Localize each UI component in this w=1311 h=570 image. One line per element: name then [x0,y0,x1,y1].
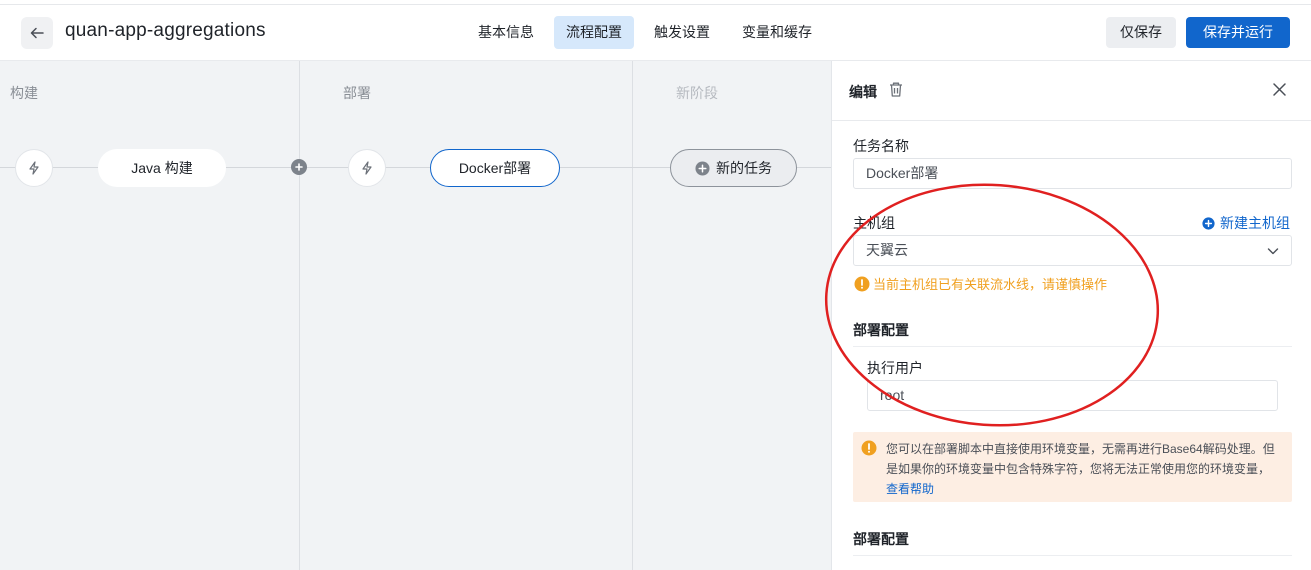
new-task-button[interactable]: 新的任务 [670,149,797,187]
host-group-warning: 当前主机组已有关联流水线，请谨慎操作 [854,274,1107,293]
save-only-button[interactable]: 仅保存 [1106,17,1176,48]
task-name-label: 任务名称 [853,138,909,154]
plus-circle-icon [695,160,710,176]
stage-title-build[interactable]: 构建 [10,83,38,103]
notice-body: 您可以在部署脚本中直接使用环境变量，无需再进行Base64解码处理。但是如果你的… [886,442,1275,476]
task-node-java-build[interactable]: Java 构建 [98,149,226,187]
trash-icon[interactable] [888,81,904,98]
section-divider [853,555,1292,556]
task-name-input[interactable]: Docker部署 [853,158,1292,189]
warning-icon [854,276,870,291]
back-button[interactable] [21,17,53,49]
new-host-group-link[interactable]: 新建主机组 [1202,213,1290,233]
panel-title: 编辑 [849,84,877,100]
pipeline-canvas: 构建 部署 新阶段 Java 构建 Docker部署 新的任务 [0,61,831,570]
stage-divider [632,61,633,570]
host-group-select[interactable]: 天翼云 [853,235,1292,266]
stage-title-new[interactable]: 新阶段 [676,83,718,103]
tab-flow-config[interactable]: 流程配置 [554,16,634,49]
warning-icon [861,440,877,456]
exec-user-label: 执行用户 [867,360,923,376]
deploy-config-heading-2: 部署配置 [853,531,909,547]
section-divider [853,346,1292,347]
edit-panel: 编辑 任务名称 Docker部署 主机组 新建主机组 天翼云 当前主机组已有关联… [831,61,1311,570]
env-var-notice: 您可以在部署脚本中直接使用环境变量，无需再进行Base64解码处理。但是如果你的… [853,432,1292,502]
help-link[interactable]: 查看帮助 [886,482,934,496]
deploy-config-heading: 部署配置 [853,322,909,338]
tab-bar: 基本信息 流程配置 触发设置 变量和缓存 [466,16,832,49]
save-and-run-button[interactable]: 保存并运行 [1186,17,1290,48]
new-task-label: 新的任务 [716,160,772,176]
host-group-label: 主机组 [853,215,895,231]
trigger-button-deploy[interactable] [348,149,386,187]
arrow-left-icon [30,27,44,39]
chevron-down-icon [1267,248,1279,255]
trigger-button-build[interactable] [15,149,53,187]
host-group-warning-text: 当前主机组已有关联流水线，请谨慎操作 [873,277,1108,292]
panel-header: 编辑 [832,61,1311,121]
tab-variables-cache[interactable]: 变量和缓存 [730,16,824,49]
new-host-group-label: 新建主机组 [1220,215,1290,231]
add-stage-icon[interactable] [291,159,307,175]
stage-title-deploy[interactable]: 部署 [343,83,371,103]
notice-text: 您可以在部署脚本中直接使用环境变量，无需再进行Base64解码处理。但是如果你的… [886,439,1286,499]
task-node-docker-deploy[interactable]: Docker部署 [430,149,560,187]
app-title: quan-app-aggregations [65,20,266,41]
header: quan-app-aggregations 基本信息 流程配置 触发设置 变量和… [0,5,1311,61]
close-icon[interactable] [1271,81,1288,98]
tab-trigger-settings[interactable]: 触发设置 [642,16,722,49]
host-group-value: 天翼云 [866,242,908,258]
stage-divider [299,61,300,570]
exec-user-input[interactable]: root [867,380,1278,411]
plus-circle-icon [1202,216,1215,230]
tab-basic-info[interactable]: 基本信息 [466,16,546,49]
lightning-icon [29,161,39,175]
lightning-icon [362,161,372,175]
